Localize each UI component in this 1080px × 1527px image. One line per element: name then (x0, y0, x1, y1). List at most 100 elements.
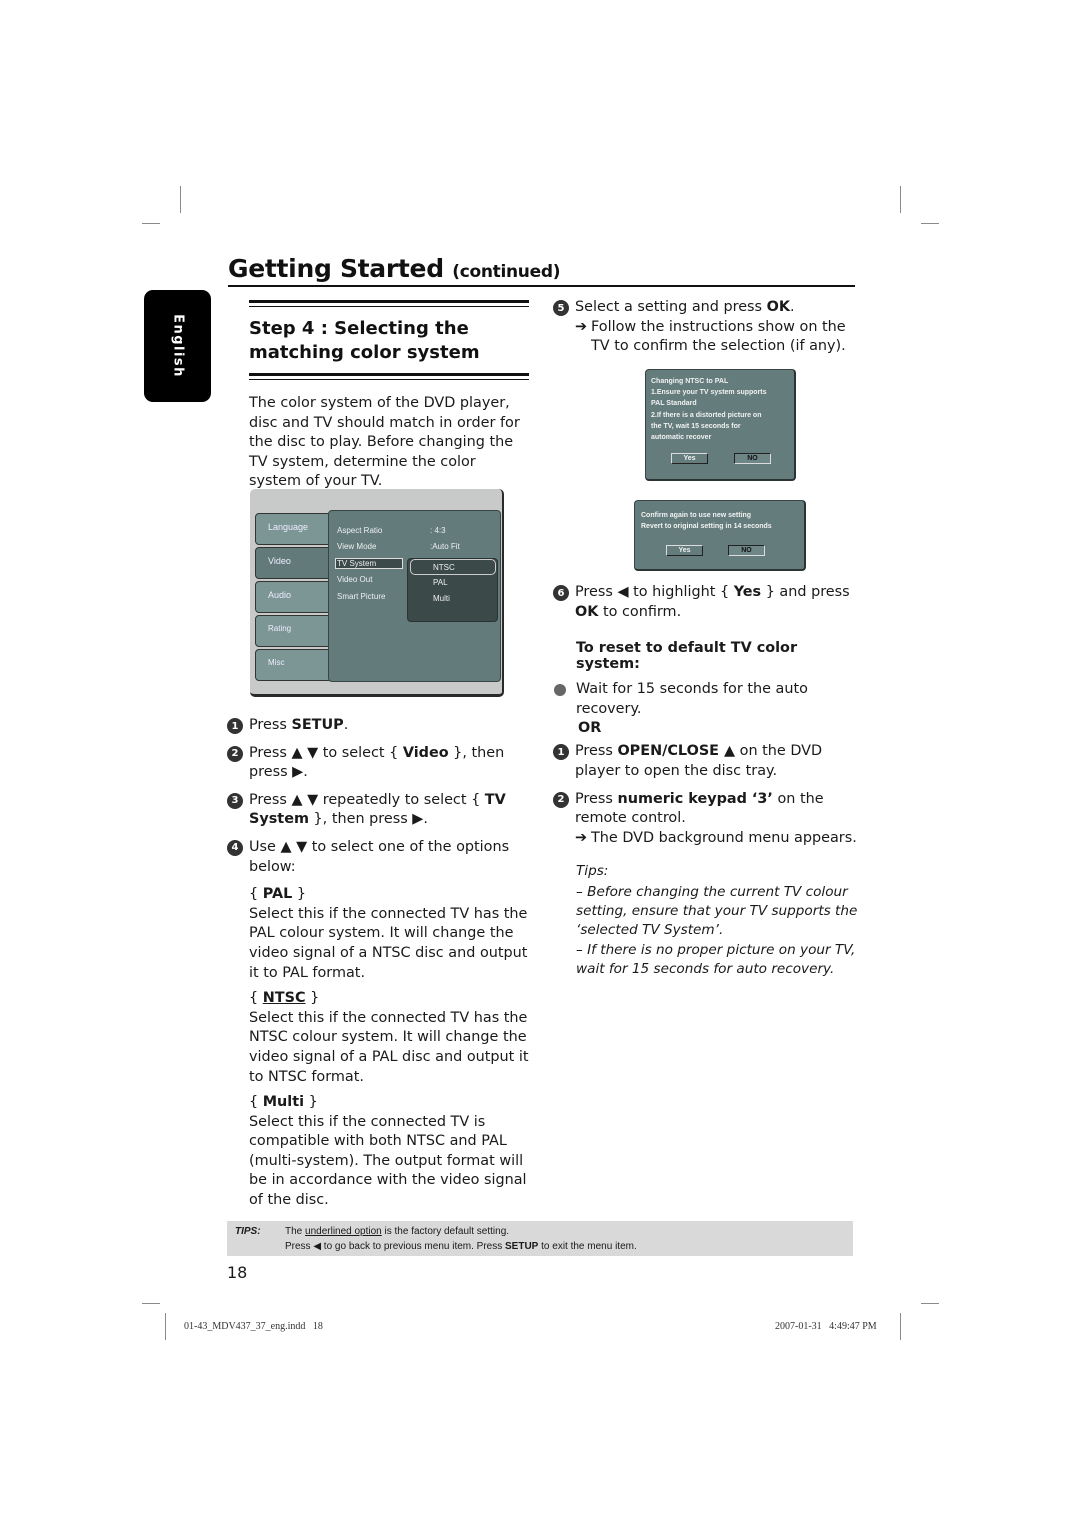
text: is the factory default setting. (381, 1226, 510, 1237)
arrow-right-icon: ➔ (575, 318, 588, 335)
menu-tab-video: Video (255, 547, 331, 579)
footer-tips-line: The underlined option is the factory def… (285, 1224, 637, 1239)
menu-rows: Aspect Ratio: 4:3 View Mode:Auto Fit TV … (335, 522, 498, 622)
crop-mark (142, 1303, 160, 1304)
text: Press ▲ ▼ repeatedly to select { (249, 791, 485, 808)
text: Press ◀ to go back to previous menu item… (285, 1241, 506, 1252)
text: } and press (761, 584, 850, 600)
language-tab: English (144, 290, 211, 402)
slug-date: 2007-01-31 4:49:47 PM (775, 1321, 877, 1332)
step-number: 1 (553, 744, 569, 761)
header-rule (228, 285, 855, 287)
crop-mark (921, 223, 939, 224)
osd-line: automatic recover (651, 434, 712, 442)
step-item: 2 Press numeric keypad ‘3’ on the remote… (553, 790, 858, 829)
tip-item: – Before changing the current TV colour … (576, 883, 858, 939)
result-text: Follow the instructions show on the TV t… (591, 318, 846, 355)
menu-panel: Aspect Ratio: 4:3 View Mode:Auto Fit TV … (328, 510, 501, 682)
menu-row-label: View Mode (337, 542, 377, 552)
tip-item: – If there is no proper picture on your … (576, 941, 856, 977)
option-ntsc: { NTSC } Select this if the connected TV… (249, 989, 532, 1087)
page-title-suffix: (continued) (452, 262, 561, 282)
bullet-text: Wait for 15 seconds for the auto recover… (576, 681, 808, 717)
left-column: Step 4 : Selecting the matching color sy… (249, 300, 529, 492)
menu-tab-rating: Rating (255, 615, 331, 647)
key-label: OPEN/CLOSE ▲ (617, 743, 736, 760)
crop-mark (165, 1313, 166, 1340)
osd-no-button: NO (728, 545, 765, 556)
option-title: { Multi } (249, 1094, 318, 1111)
right-column-lower: 6 Press ◀ to highlight { Yes } and press… (553, 583, 858, 979)
option-name: PAL (262, 886, 293, 903)
osd-yes-button: Yes (666, 545, 703, 556)
step-number: 2 (553, 791, 569, 808)
step-title-line: Step 4 : Selecting the (249, 318, 469, 339)
text: }, then press ▶. (308, 811, 428, 828)
osd-line: PAL Standard (651, 400, 697, 408)
step-text: Select a setting and press OK. (575, 298, 858, 318)
step-title-line: matching color system (249, 342, 480, 363)
key-label: SETUP (505, 1241, 539, 1252)
footer-tips-text: The underlined option is the factory def… (285, 1224, 637, 1254)
osd-line: 1.Ensure your TV system supports (651, 389, 767, 397)
dropdown-item-ntsc: NTSC (410, 559, 496, 575)
key-label: Yes (733, 584, 762, 600)
text: . (790, 299, 795, 315)
key-label: SETUP (291, 717, 344, 733)
menu-row-value: :Auto Fit (430, 542, 460, 552)
option-description: Select this if the connected TV has the … (249, 1009, 529, 1085)
underlined-text: underlined option (305, 1226, 382, 1237)
dropdown-item-pal: PAL (433, 578, 448, 587)
crop-mark (900, 186, 901, 213)
option-pal: { PAL } Select this if the connected TV … (249, 885, 532, 983)
tips-block: Tips: – Before changing the current TV c… (553, 862, 858, 979)
text: Press (575, 790, 618, 807)
crop-mark (180, 186, 181, 213)
text: Select a setting and press (575, 299, 767, 315)
intro-paragraph: The color system of the DVD player, disc… (249, 395, 520, 490)
osd-line: the TV, wait 15 seconds for (651, 422, 741, 430)
crop-mark (142, 223, 160, 224)
osd-confirm-dialog: Confirm again to use new setting Revert … (634, 500, 806, 571)
option-description: Select this if the connected TV has the … (249, 905, 528, 981)
text: to exit the menu item. (538, 1241, 637, 1252)
tips-label: Tips: (576, 863, 609, 880)
text: . (343, 717, 349, 733)
option-name-default: NTSC (262, 990, 306, 1007)
section-rule-bottom (249, 373, 529, 380)
osd-yes-button: Yes (671, 453, 708, 464)
footer-tips-line: Press ◀ to go back to previous menu item… (285, 1239, 637, 1254)
crop-mark (921, 1303, 939, 1304)
page-title: Getting Started (continued) (228, 254, 560, 283)
section-rule-top (249, 300, 529, 307)
step-number: 2 (227, 745, 243, 762)
step-text: Press ▲ ▼ repeatedly to select { TV Syst… (249, 791, 532, 830)
slug-file: 01-43_MDV437_37_eng.indd 18 (184, 1321, 323, 1332)
step-text: Press ▲ ▼ to select { Video }, then pres… (249, 744, 532, 783)
step-number: 5 (553, 300, 569, 316)
osd-line: Changing NTSC to PAL (651, 378, 729, 385)
reset-heading: To reset to default TV color system: (576, 640, 798, 673)
menu-tabs: Language Video Audio Rating Misc (255, 513, 331, 683)
step-item: 2 Press ▲ ▼ to select { Video }, then pr… (227, 744, 532, 783)
step-text: Press OPEN/CLOSE ▲ on the DVD player to … (575, 742, 858, 781)
option-name: Multi (262, 1094, 305, 1111)
option-title: { PAL } (249, 886, 307, 903)
dropdown-item-multi: Multi (433, 594, 450, 603)
option-multi: { Multi } Select this if the connected T… (249, 1093, 532, 1211)
step-item: 1 Press OPEN/CLOSE ▲ on the DVD player t… (553, 742, 858, 781)
steps-list: 1 Press SETUP. 2 Press ▲ ▼ to select { V… (227, 716, 532, 1211)
key-label: numeric keypad ‘3’ (617, 790, 773, 807)
menu-row-value: : 4:3 (430, 525, 446, 535)
text: The (285, 1226, 306, 1237)
dvd-setup-menu-image: Language Video Audio Rating Misc Aspect … (250, 489, 505, 699)
step-number: 3 (227, 792, 243, 809)
key-label: OK (575, 603, 599, 620)
osd-change-dialog: Changing NTSC to PAL 1.Ensure your TV sy… (645, 369, 796, 481)
step-text: Use ▲ ▼ to select one of the options bel… (249, 838, 510, 875)
text: Press (575, 743, 618, 760)
step-item: 5 Select a setting and press OK. (553, 298, 858, 318)
menu-tab-misc: Misc (255, 649, 331, 681)
menu-row-label-highlighted: TV System (335, 557, 403, 569)
step-item: 1 Press SETUP. (227, 716, 532, 736)
